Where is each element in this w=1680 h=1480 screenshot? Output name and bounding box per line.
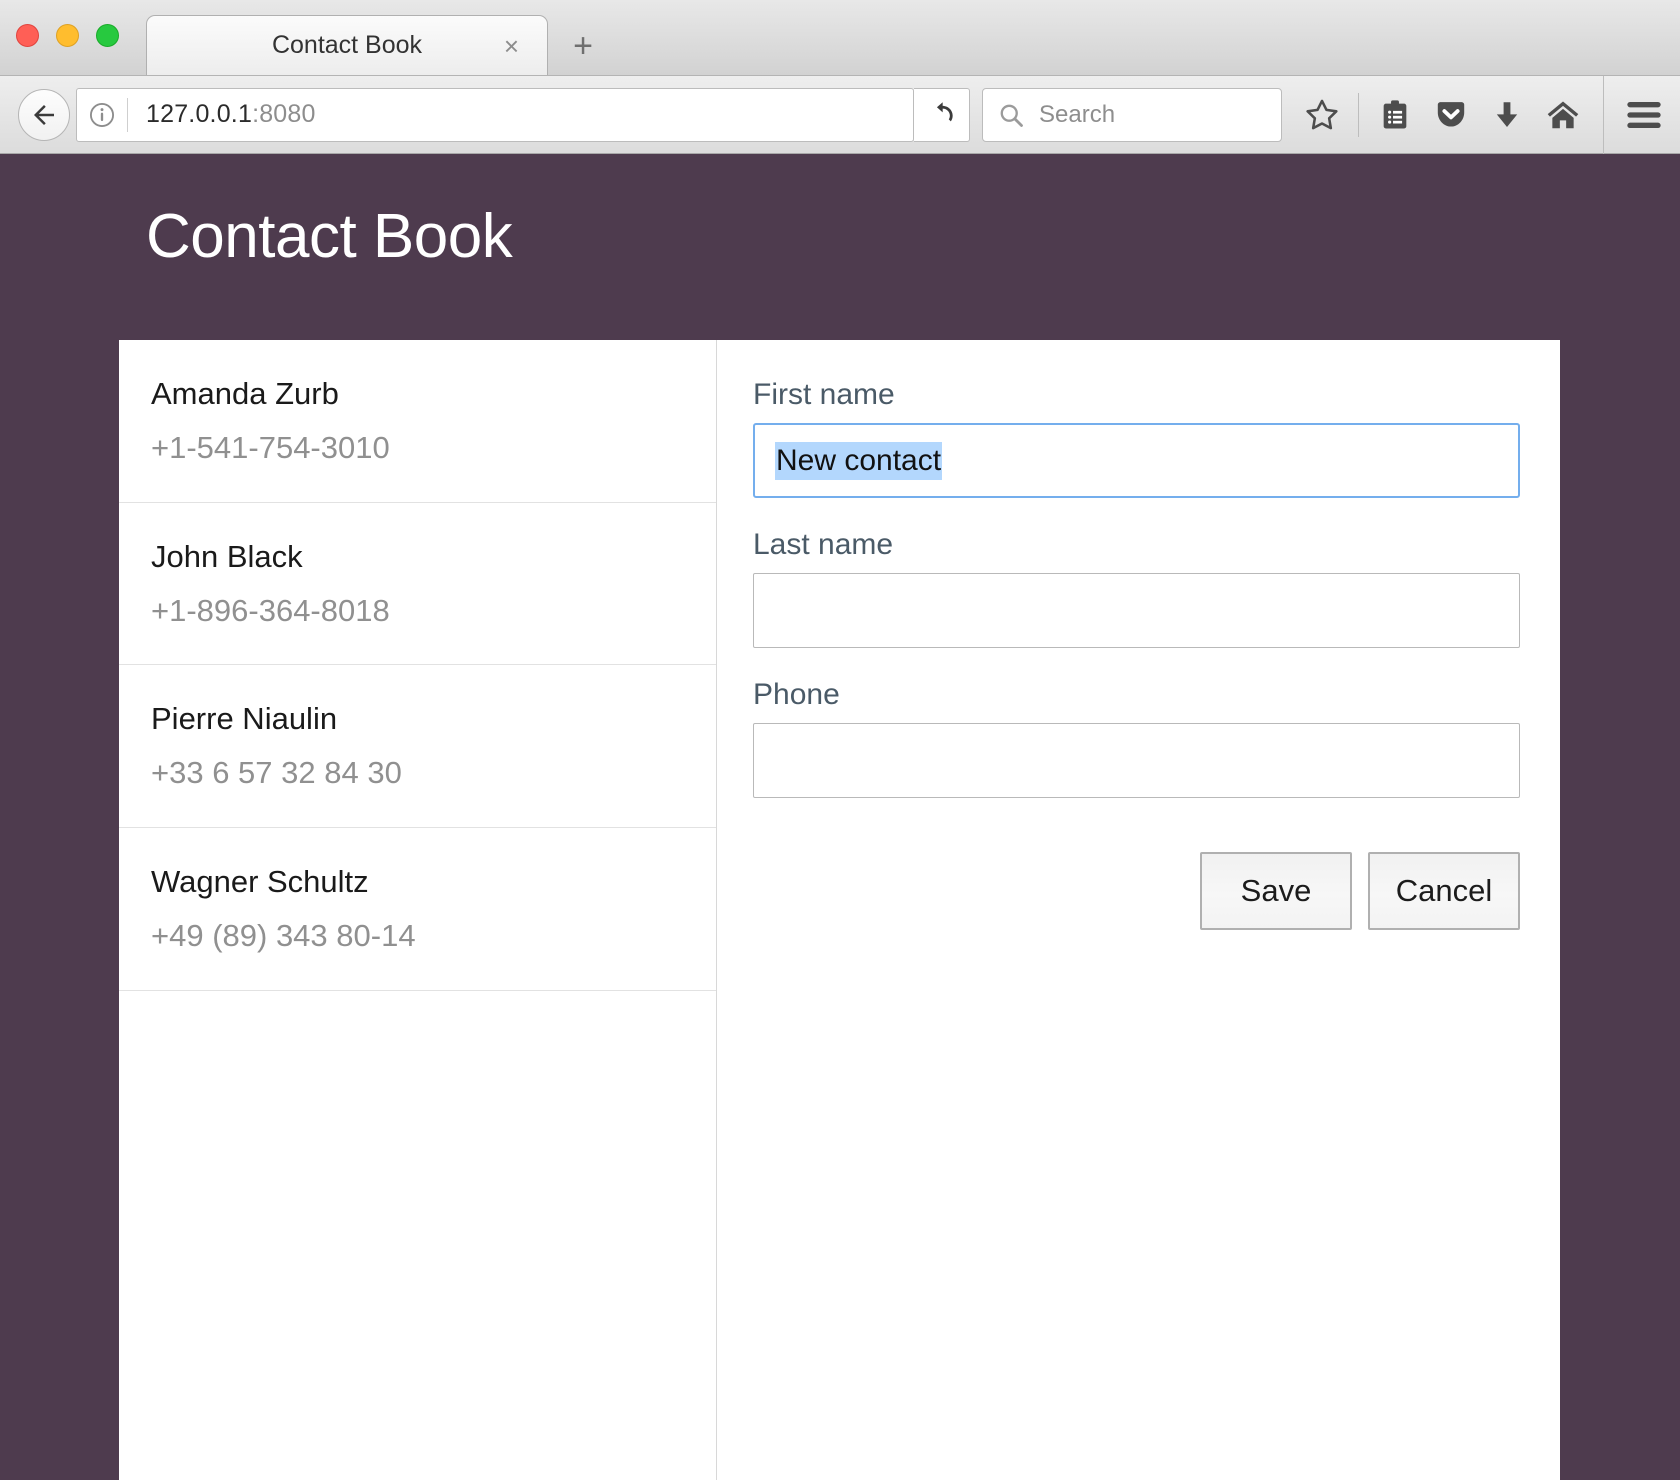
address-bar[interactable]: 127.0.0.1:8080 — [76, 87, 914, 142]
first-name-input[interactable]: New contact — [753, 423, 1520, 498]
save-button[interactable]: Save — [1200, 852, 1352, 930]
form-actions: Save Cancel — [753, 852, 1520, 930]
pocket-icon[interactable] — [1425, 87, 1477, 143]
contact-list: Amanda Zurb +1-541-754-3010 John Black +… — [119, 340, 717, 1480]
minimize-window-button[interactable] — [56, 24, 79, 47]
cancel-button[interactable]: Cancel — [1368, 852, 1520, 930]
reader-list-icon[interactable] — [1369, 87, 1421, 143]
close-window-button[interactable] — [16, 24, 39, 47]
contact-form: First name New contact Last name Phone S… — [717, 340, 1560, 1480]
reload-button[interactable] — [914, 87, 970, 142]
page-title: Contact Book — [146, 202, 513, 271]
phone-input[interactable] — [753, 723, 1520, 798]
page-content: Contact Book Amanda Zurb +1-541-754-3010… — [0, 155, 1680, 1480]
address-bar-url: 127.0.0.1:8080 — [128, 100, 316, 129]
last-name-label: Last name — [753, 528, 894, 561]
back-arrow-icon — [34, 104, 54, 125]
menu-hamburger-icon[interactable] — [1618, 87, 1670, 143]
list-item[interactable]: Wagner Schultz +49 (89) 343 80-14 — [119, 828, 716, 991]
window-controls — [16, 24, 119, 47]
bookmark-star-icon[interactable] — [1296, 87, 1348, 143]
close-tab-icon[interactable]: × — [504, 33, 519, 59]
contact-phone: +33 6 57 32 84 30 — [151, 755, 402, 791]
browser-window: Contact Book × + 127.0.0.1:8080 Search C… — [0, 0, 1680, 1480]
tab-strip: Contact Book × + — [146, 15, 614, 75]
back-button[interactable] — [18, 88, 70, 141]
menu-divider — [1603, 75, 1604, 154]
phone-label: Phone — [753, 678, 840, 711]
list-item[interactable]: Pierre Niaulin +33 6 57 32 84 30 — [119, 665, 716, 829]
toolbar-icons — [1296, 75, 1670, 154]
first-name-label: First name — [753, 378, 895, 411]
home-icon[interactable] — [1537, 87, 1589, 143]
contact-book-card: Amanda Zurb +1-541-754-3010 John Black +… — [119, 340, 1560, 1480]
toolbar-divider — [1358, 92, 1359, 137]
search-icon — [1000, 104, 1023, 127]
url-port: :8080 — [252, 100, 316, 128]
browser-toolbar: 127.0.0.1:8080 Search — [0, 75, 1680, 154]
contact-name: Pierre Niaulin — [151, 701, 338, 737]
tab-title: Contact Book — [271, 31, 423, 59]
first-name-value: New contact — [775, 441, 943, 480]
contact-phone: +1-896-364-8018 — [151, 592, 390, 628]
contact-phone: +49 (89) 343 80-14 — [151, 917, 416, 953]
downloads-icon[interactable] — [1481, 87, 1533, 143]
contact-phone: +1-541-754-3010 — [151, 429, 390, 465]
list-item[interactable]: Amanda Zurb +1-541-754-3010 — [119, 340, 716, 503]
search-input[interactable]: Search — [982, 87, 1282, 142]
search-placeholder: Search — [1039, 100, 1116, 128]
contact-name: John Black — [151, 538, 303, 574]
list-item[interactable]: John Black +1-896-364-8018 — [119, 503, 716, 666]
last-name-input[interactable] — [753, 573, 1520, 648]
tab-contact-book[interactable]: Contact Book × — [146, 15, 548, 75]
info-icon[interactable] — [77, 101, 127, 129]
url-host: 127.0.0.1 — [146, 100, 253, 128]
contact-name: Wagner Schultz — [151, 864, 369, 900]
contact-name: Amanda Zurb — [151, 376, 339, 411]
browser-titlebar: Contact Book × + — [0, 0, 1680, 76]
maximize-window-button[interactable] — [96, 24, 119, 47]
new-tab-button[interactable]: + — [552, 17, 614, 75]
reload-icon — [936, 101, 953, 121]
